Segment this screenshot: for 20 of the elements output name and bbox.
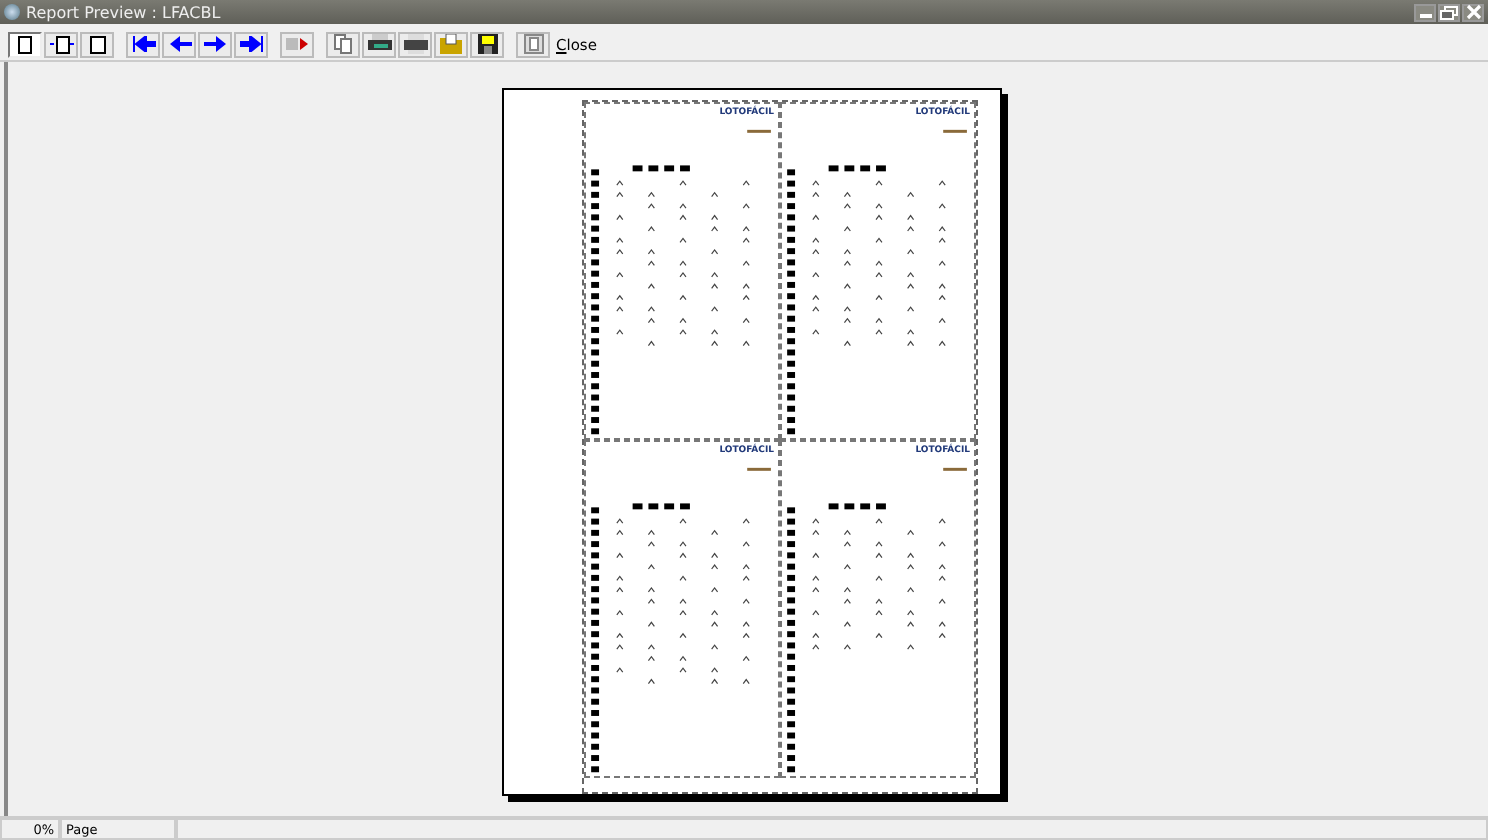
printer-setup-button[interactable] [362, 31, 396, 57]
copy-button[interactable] [326, 31, 360, 57]
save-button[interactable] [470, 31, 504, 57]
print-button[interactable] [398, 31, 432, 57]
go-to-page-button[interactable] [280, 31, 314, 57]
first-page-button[interactable] [126, 31, 160, 57]
page-width-button[interactable] [44, 31, 78, 57]
restore-button[interactable] [1438, 3, 1460, 21]
previous-page-button[interactable] [162, 31, 196, 57]
page-arrow-icon [285, 36, 309, 52]
minimize-button[interactable] [1414, 3, 1436, 21]
folder-icon[interactable] [434, 31, 468, 57]
whole-page-button[interactable] [8, 31, 42, 57]
last-page-button[interactable] [234, 31, 268, 57]
window-title: Report Preview : LFACBL [26, 3, 223, 21]
full-size-button[interactable] [80, 31, 114, 57]
next-page-button[interactable] [198, 31, 232, 57]
close-window-button[interactable] [1462, 3, 1484, 21]
exit-button[interactable] [516, 31, 550, 57]
app-icon [4, 4, 20, 20]
